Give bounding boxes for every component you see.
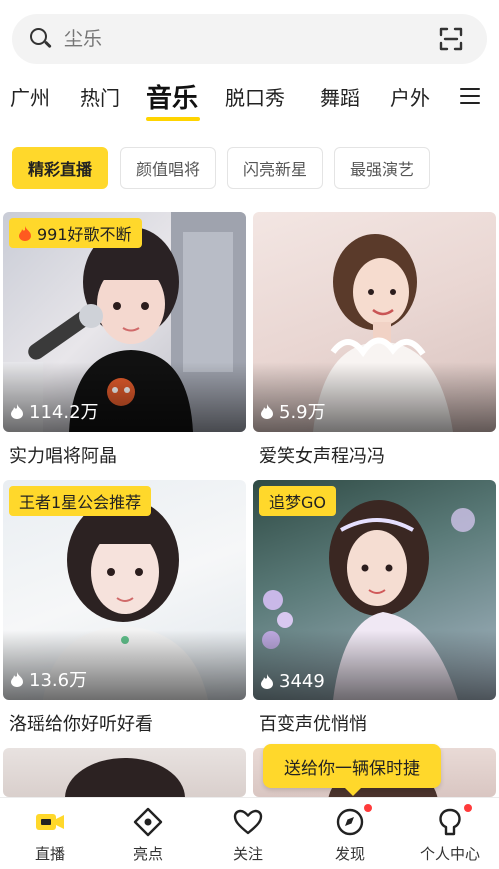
filter-chip-featured[interactable]: 精彩直播 — [12, 147, 108, 189]
compass-icon — [334, 804, 372, 838]
eye-icon — [132, 806, 164, 838]
stream-thumbnail-partial[interactable] — [3, 748, 246, 797]
tab-music[interactable]: 音乐 — [146, 74, 198, 118]
nav-highlights[interactable]: 亮点 — [98, 798, 198, 869]
hot-badge: 991好歌不断 — [9, 218, 142, 248]
badge-label: 追梦GO — [269, 493, 326, 512]
flame-icon — [261, 674, 273, 689]
viewer-count-value: 114.2万 — [29, 402, 99, 423]
profile-icon — [434, 804, 472, 838]
nav-discover[interactable]: 发现 — [300, 798, 400, 869]
tab-guangzhou[interactable]: 广州 — [10, 74, 50, 118]
stream-card[interactable]: 5.9万 爱笑女声程冯冯 — [253, 212, 496, 467]
viewer-count: 3449 — [261, 671, 325, 692]
viewer-count: 13.6万 — [11, 666, 87, 692]
viewer-count: 114.2万 — [11, 398, 99, 424]
filter-chip-performance[interactable]: 最强演艺 — [334, 147, 430, 189]
category-tabs: 广州 热门 音乐 脱口秀 舞蹈 户外 — [0, 74, 499, 124]
nav-follow[interactable]: 关注 — [198, 798, 298, 869]
bottom-nav: 直播 亮点 关注 发现 个人中心 — [0, 797, 499, 869]
nav-label: 发现 — [334, 845, 365, 863]
search-icon — [30, 28, 52, 50]
notification-dot — [464, 804, 472, 812]
filter-chip-looks[interactable]: 颜值唱将 — [120, 147, 216, 189]
filter-chip-new-star[interactable]: 闪亮新星 — [227, 147, 323, 189]
stream-thumbnail: 5.9万 — [253, 212, 496, 432]
fire-icon — [19, 225, 31, 241]
menu-icon[interactable] — [460, 86, 480, 106]
gift-tooltip[interactable]: 送给你一辆保时捷 — [263, 744, 441, 796]
flame-icon — [261, 403, 273, 419]
event-badge: 追梦GO — [259, 486, 336, 516]
viewer-count-value: 13.6万 — [29, 670, 88, 691]
scan-icon[interactable] — [439, 27, 463, 51]
guild-badge: 王者1星公会推荐 — [9, 486, 152, 516]
badge-label: 991好歌不断 — [37, 225, 132, 244]
stream-title[interactable]: 爱笑女声程冯冯 — [259, 442, 385, 468]
tab-talk-show[interactable]: 脱口秀 — [225, 74, 285, 118]
stream-title[interactable]: 洛瑶给你好听好看 — [9, 710, 153, 736]
stream-thumbnail: 王者1星公会推荐 13.6万 — [3, 480, 246, 700]
tab-dance[interactable]: 舞蹈 — [320, 74, 360, 118]
nav-label: 直播 — [34, 845, 65, 863]
nav-label: 亮点 — [132, 845, 163, 863]
nav-live[interactable]: 直播 — [0, 798, 100, 869]
stream-title[interactable]: 百变声优悄悄 — [259, 710, 367, 736]
video-camera-icon — [34, 806, 66, 838]
viewer-count-value: 5.9万 — [279, 402, 326, 423]
nav-profile[interactable]: 个人中心 — [400, 798, 499, 869]
viewer-count-value: 3449 — [279, 671, 325, 692]
tab-outdoor[interactable]: 户外 — [390, 74, 430, 118]
notification-dot — [364, 804, 372, 812]
stream-title[interactable]: 实力唱将阿晶 — [9, 442, 117, 468]
flame-icon — [11, 671, 23, 687]
search-bar[interactable] — [12, 14, 487, 64]
stream-thumbnail: 追梦GO 3449 — [253, 480, 496, 700]
badge-label: 王者1星公会推荐 — [19, 493, 142, 512]
stream-card[interactable]: 991好歌不断 114.2万 实力唱将阿晶 — [3, 212, 246, 467]
nav-label: 关注 — [232, 845, 263, 863]
stream-card[interactable]: 追梦GO 3449 百变声优悄悄 — [253, 480, 496, 735]
nav-label: 个人中心 — [419, 845, 480, 863]
stream-card[interactable]: 王者1星公会推荐 13.6万 洛瑶给你好听好看 — [3, 480, 246, 735]
search-input[interactable] — [64, 28, 439, 50]
stream-thumbnail: 991好歌不断 114.2万 — [3, 212, 246, 432]
flame-icon — [11, 403, 23, 419]
active-tab-indicator — [146, 117, 200, 121]
viewer-count: 5.9万 — [261, 398, 326, 424]
heart-icon — [232, 806, 264, 838]
tab-hot[interactable]: 热门 — [80, 74, 120, 118]
